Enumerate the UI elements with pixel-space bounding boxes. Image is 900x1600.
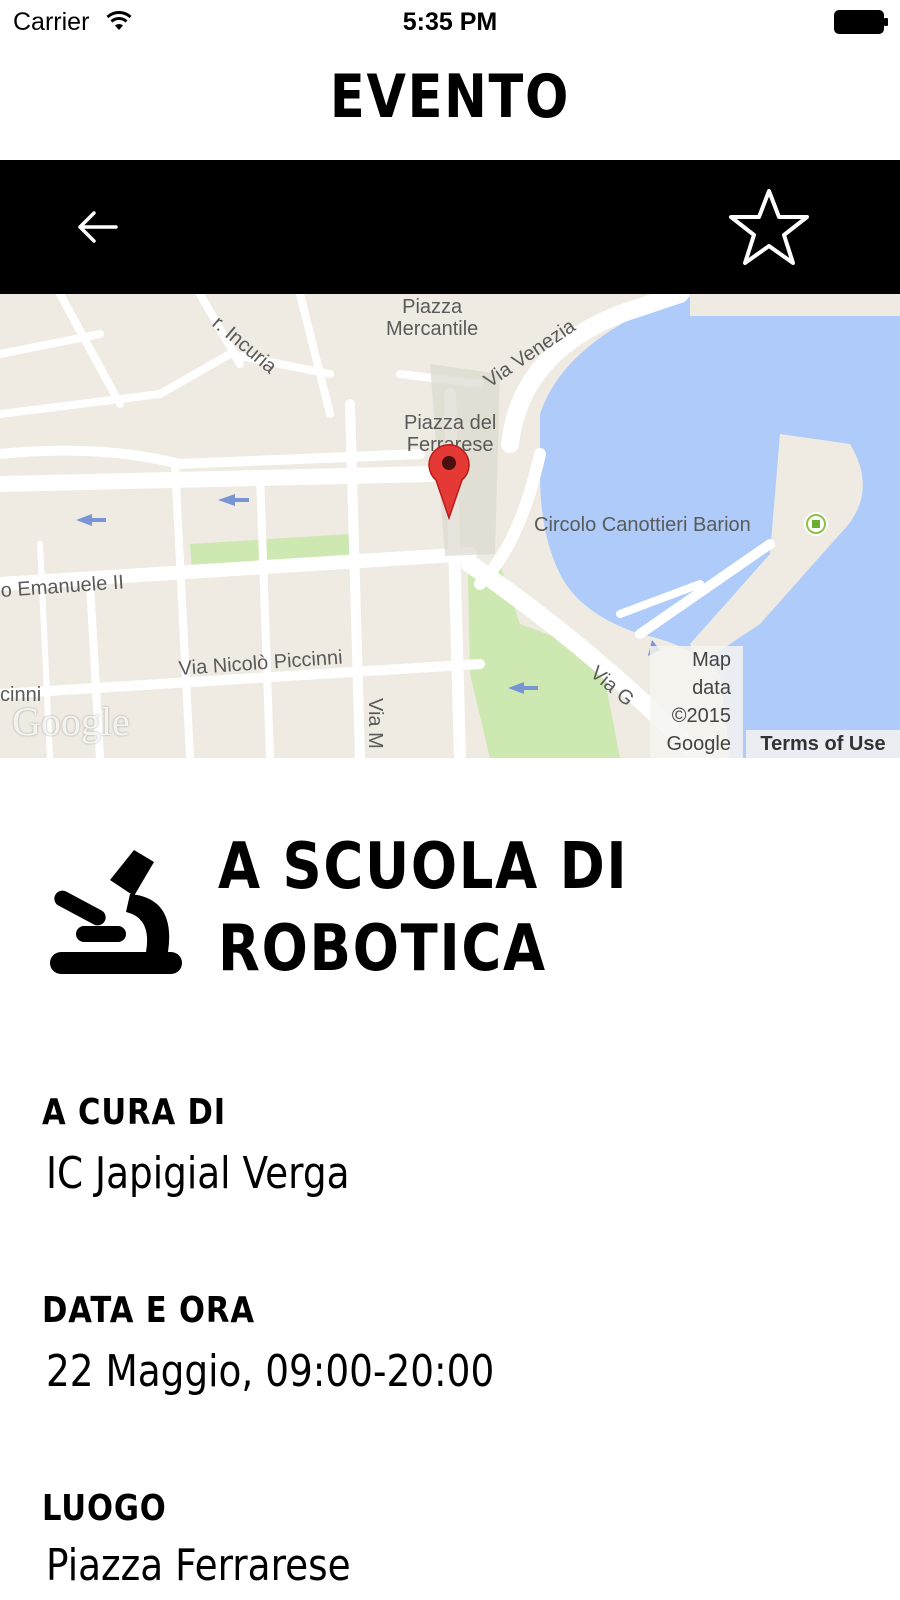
datetime-value: 22 Maggio, 09:00-20:00 <box>46 1346 495 1397</box>
star-outline-icon <box>729 189 809 265</box>
map-label-circolo: Circolo Canottieri Barion <box>534 514 751 536</box>
map-canvas <box>0 294 900 758</box>
map-view[interactable]: Piazza Mercantile r. Incuria Via Venezia… <box>0 294 900 758</box>
battery-icon <box>834 10 888 34</box>
place-value: Piazza Ferrarese <box>46 1540 351 1591</box>
favorite-button[interactable] <box>724 184 814 270</box>
microscope-icon <box>50 850 182 974</box>
place-label: LUOGO <box>42 1488 167 1529</box>
terms-of-use-link[interactable]: Terms of Use <box>746 730 900 758</box>
map-label-via-m: Via M <box>364 698 386 749</box>
toolbar <box>0 160 900 294</box>
status-time: 5:35 PM <box>402 8 498 36</box>
map-attribution: Map data ©2015 Google <box>650 646 743 758</box>
back-button[interactable] <box>66 196 128 258</box>
organizer-label: A CURA DI <box>42 1092 226 1133</box>
map-label-piazza-mercantile: Piazza Mercantile <box>386 296 479 340</box>
organizer-value: IC Japigial Verga <box>46 1148 350 1199</box>
google-logo: Google <box>12 699 130 744</box>
status-bar: Carrier 5:35 PM <box>0 0 900 44</box>
page-title: EVENTO <box>329 62 571 132</box>
event-title: A SCUOLA DI ROBOTICA <box>218 830 629 986</box>
map-pin-icon[interactable] <box>426 440 472 520</box>
arrow-left-icon <box>78 211 118 243</box>
datetime-label: DATA E ORA <box>42 1290 255 1331</box>
